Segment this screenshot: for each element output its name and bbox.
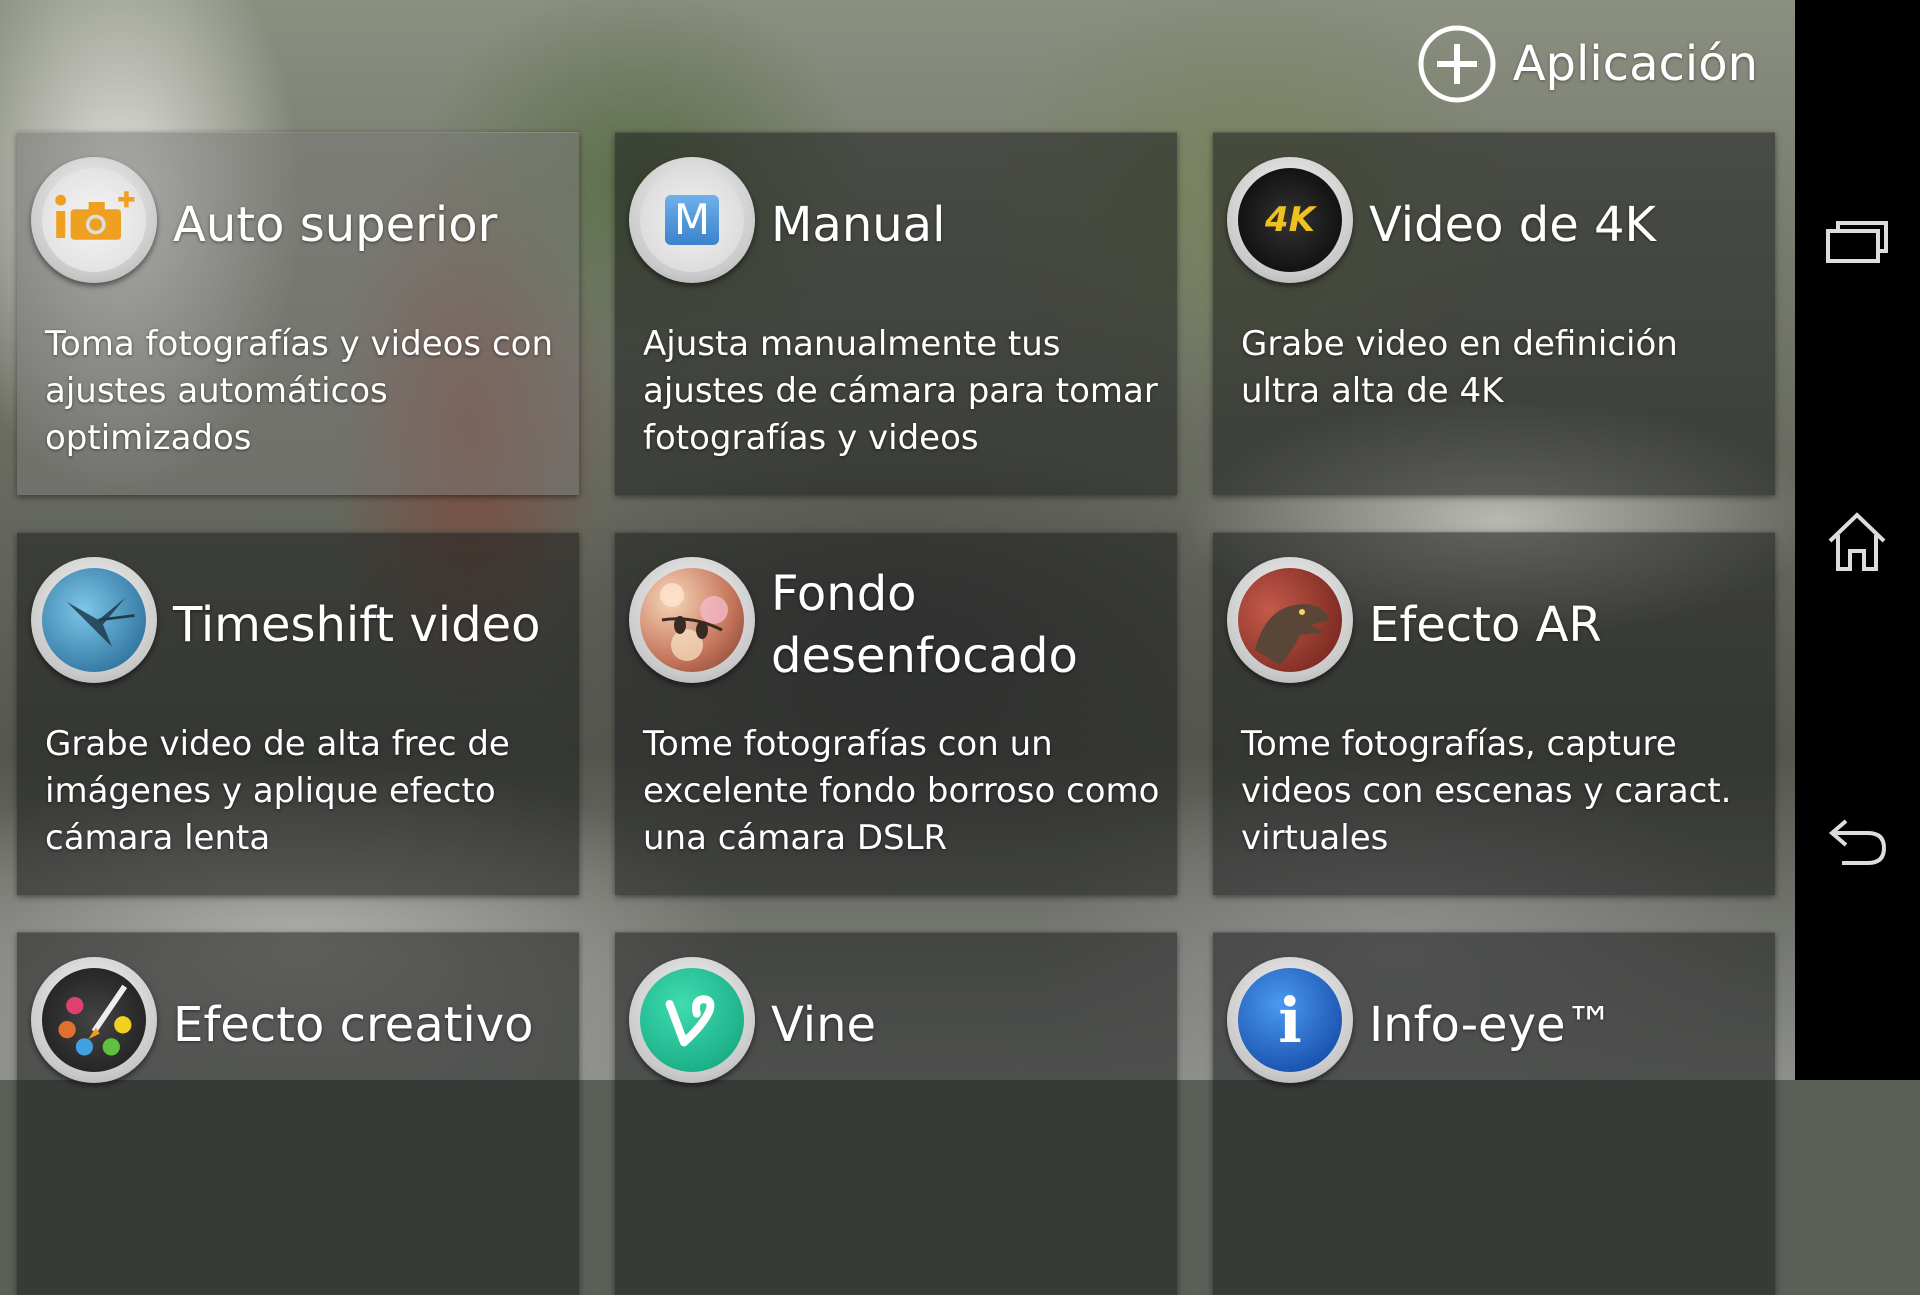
mode-tile-4k-video[interactable]: 4K Video de 4K Grabe video en definición… bbox=[1213, 132, 1775, 495]
manual-m-icon: M bbox=[629, 157, 755, 283]
dinosaur-icon bbox=[1227, 557, 1353, 683]
add-app-button[interactable]: Aplicación bbox=[1417, 22, 1758, 106]
mode-description: Tome fotografías, capture videos con esc… bbox=[1241, 724, 1732, 858]
mode-title: Fondo desenfocado bbox=[771, 566, 1078, 684]
4k-video-icon: 4K bbox=[1227, 157, 1353, 283]
mode-tile-auto-superior[interactable]: Auto superior Toma fotografías y videos … bbox=[17, 132, 579, 495]
hummingbird-icon bbox=[31, 557, 157, 683]
bokeh-blur-icon bbox=[629, 557, 755, 683]
vine-icon bbox=[629, 957, 755, 1083]
mode-title: Efecto creativo bbox=[173, 997, 534, 1053]
mode-description: Grabe video de alta frec de imágenes y a… bbox=[45, 724, 510, 858]
mode-title: Timeshift video bbox=[173, 597, 541, 653]
mode-title: Vine bbox=[771, 997, 877, 1053]
home-icon[interactable] bbox=[1817, 502, 1897, 582]
palette-brush-icon bbox=[31, 957, 157, 1083]
back-icon[interactable] bbox=[1817, 802, 1897, 882]
mode-title: Manual bbox=[771, 197, 946, 253]
mode-title: Info-eye™ bbox=[1369, 997, 1614, 1053]
camera-plus-icon bbox=[31, 157, 157, 283]
mode-description: Ajusta manualmente tus ajustes de cámara… bbox=[643, 324, 1158, 458]
mode-description: Grabe video en definición ultra alta de … bbox=[1241, 324, 1678, 411]
mode-description: Tome fotografías con un excelente fondo … bbox=[643, 724, 1160, 858]
recent-apps-icon[interactable] bbox=[1817, 202, 1897, 282]
manual-m-glyph: M bbox=[665, 195, 719, 245]
mode-description: Toma fotografías y videos con ajustes au… bbox=[45, 324, 553, 458]
mode-tile-efecto-creativo[interactable]: Efecto creativo bbox=[17, 932, 579, 1295]
mode-tile-fondo-desenfocado[interactable]: Fondo desenfocado Tome fotografías con u… bbox=[615, 532, 1177, 895]
mode-title: Video de 4K bbox=[1369, 197, 1657, 253]
mode-tile-info-eye[interactable]: i Info-eye™ bbox=[1213, 932, 1775, 1295]
mode-tile-vine[interactable]: Vine bbox=[615, 932, 1177, 1295]
4k-glyph: 4K bbox=[1264, 200, 1315, 240]
mode-title: Auto superior bbox=[173, 197, 498, 253]
info-icon: i bbox=[1227, 957, 1353, 1083]
mode-tile-efecto-ar[interactable]: Efecto AR Tome fotografías, capture vide… bbox=[1213, 532, 1775, 895]
plus-circle-icon bbox=[1417, 24, 1497, 104]
mode-tile-timeshift-video[interactable]: Timeshift video Grabe video de alta frec… bbox=[17, 532, 579, 895]
navigation-bar bbox=[1795, 0, 1920, 1080]
add-app-label: Aplicación bbox=[1512, 36, 1758, 92]
mode-tile-manual[interactable]: M Manual Ajusta manualmente tus ajustes … bbox=[615, 132, 1177, 495]
info-glyph: i bbox=[1278, 983, 1302, 1057]
mode-title: Efecto AR bbox=[1369, 597, 1602, 653]
